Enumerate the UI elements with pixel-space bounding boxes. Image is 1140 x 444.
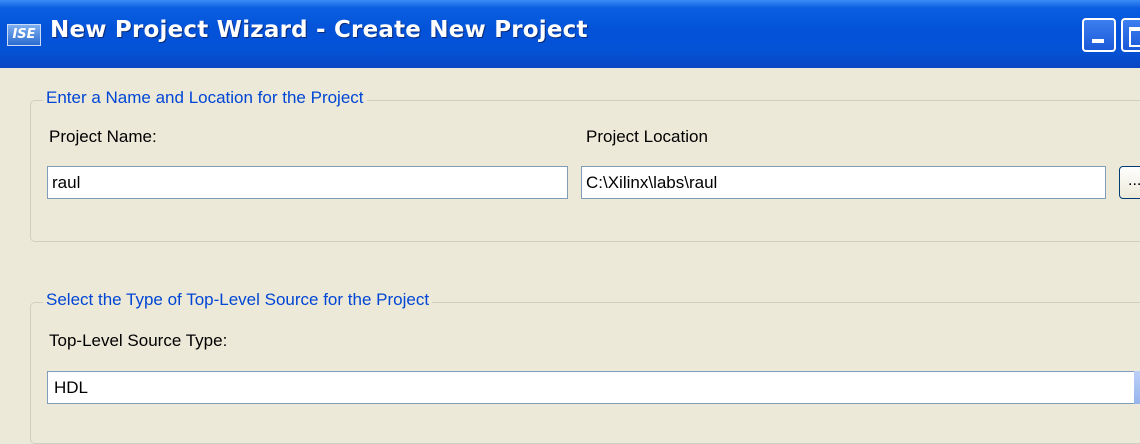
dropdown-arrow-button[interactable] — [1134, 371, 1140, 404]
minimize-button[interactable] — [1082, 18, 1116, 52]
source-type-label: Top-Level Source Type: — [49, 331, 228, 350]
maximize-button[interactable] — [1121, 18, 1140, 52]
title-bar[interactable]: ISE New Project Wizard - Create New Proj… — [0, 0, 1140, 68]
source-type-legend: Select the Type of Top-Level Source for … — [43, 290, 433, 310]
name-location-legend: Enter a Name and Location for the Projec… — [43, 88, 367, 108]
project-location-input[interactable]: C:\Xilinx\labs\raul — [581, 166, 1106, 199]
project-location-label: Project Location — [586, 127, 708, 146]
browse-button[interactable]: ... — [1119, 166, 1140, 199]
source-type-select[interactable]: HDL — [47, 371, 1140, 404]
project-name-input[interactable]: raul — [47, 166, 568, 199]
project-name-label: Project Name: — [49, 127, 157, 146]
maximize-icon — [1129, 27, 1140, 47]
ise-app-icon: ISE — [7, 24, 41, 46]
minimize-icon — [1092, 39, 1104, 43]
window-title: New Project Wizard - Create New Project — [50, 17, 588, 43]
